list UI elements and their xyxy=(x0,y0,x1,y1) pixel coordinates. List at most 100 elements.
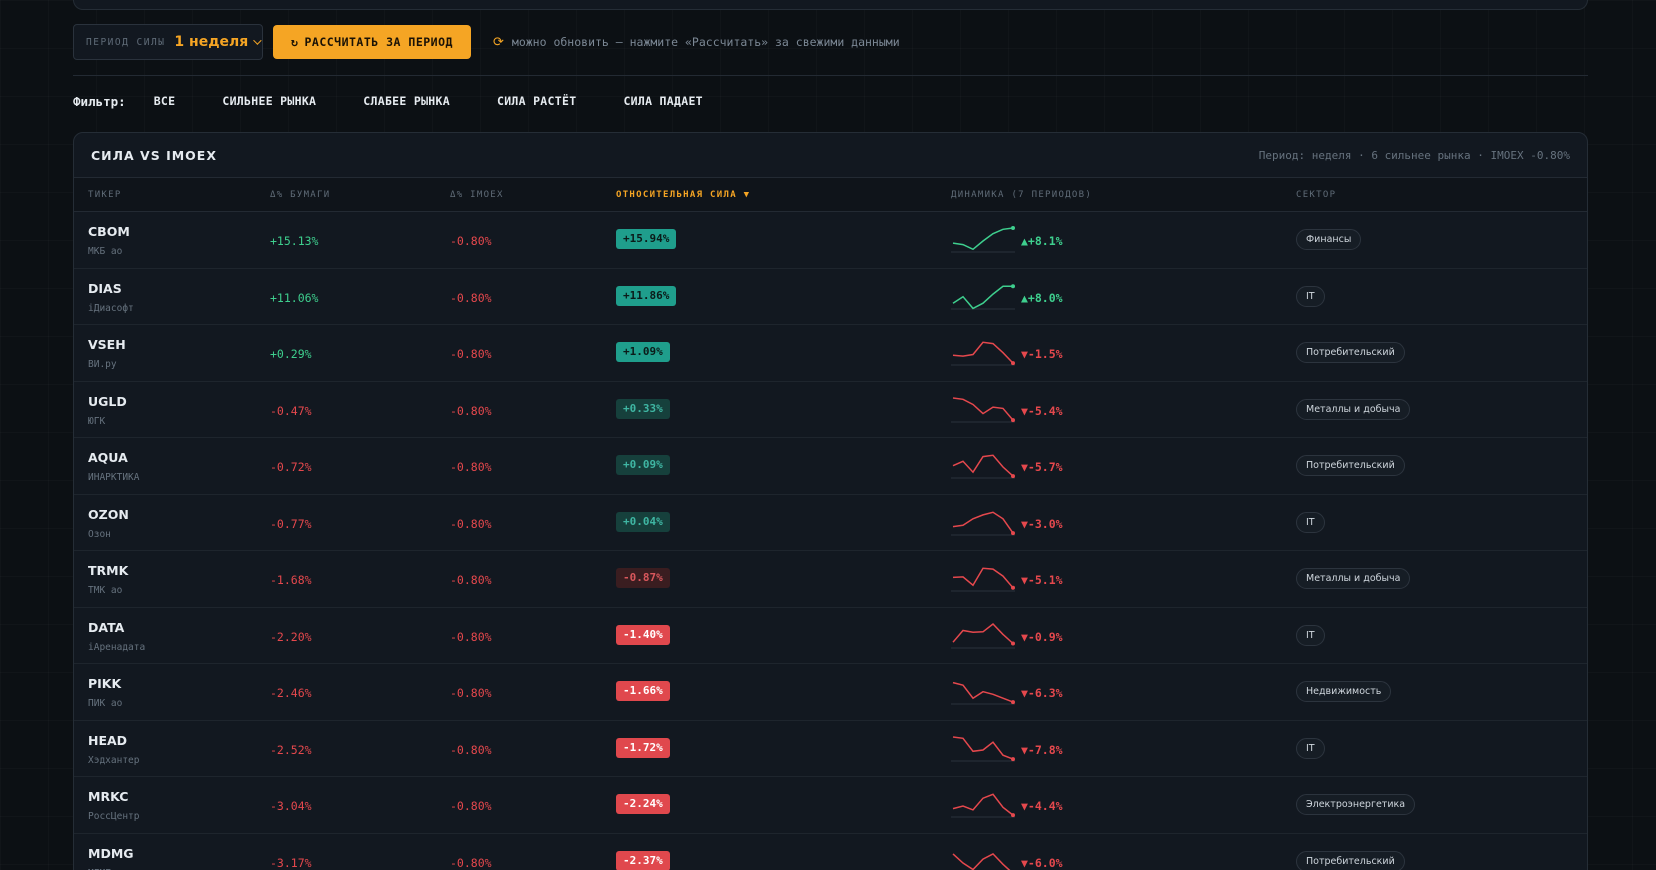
calculate-button[interactable]: ↻ РАССЧИТАТЬ ЗА ПЕРИОД xyxy=(273,25,471,59)
sparkline-end-point xyxy=(1011,283,1015,288)
trend-change: ▼-1.5% xyxy=(1021,347,1063,361)
table-row[interactable]: VSEH ВИ.ру +0.29% -0.80% +1.09% ▼-1.5% Потреби… xyxy=(74,325,1587,382)
col-index-change[interactable]: Δ% IMOEX xyxy=(450,190,504,200)
company-name: ЮГК xyxy=(88,415,106,427)
sector-badge: Металлы и добыча xyxy=(1296,398,1411,420)
stock-change: +0.29% xyxy=(270,347,312,361)
ticker[interactable]: DIAS xyxy=(88,281,122,296)
table-row[interactable]: AQUA ИНАРКТИКА -0.72% -0.80% +0.09% ▼-5.7% Пот… xyxy=(74,438,1587,495)
filter-weaker[interactable]: СЛАБЕЕ РЫНКА xyxy=(363,94,450,108)
company-name: Хэдхантер xyxy=(88,754,140,766)
table-row[interactable]: HEAD Хэдхантер -2.52% -0.80% -1.72% ▼-7.8% IT xyxy=(74,721,1587,777)
ticker[interactable]: AQUA xyxy=(88,450,128,465)
sparkline-end-point xyxy=(1011,700,1015,705)
sector-badge: Потребительский xyxy=(1296,455,1405,476)
sparkline-end-point xyxy=(1011,813,1015,818)
company-name: РоссЦентр xyxy=(88,811,140,822)
col-dynamics[interactable]: ДИНАМИКА (7 ПЕРИОДОВ) xyxy=(951,190,1092,200)
divider xyxy=(73,75,1588,76)
sparkline-chart xyxy=(951,396,1015,422)
index-change: -0.80% xyxy=(450,686,492,700)
period-select[interactable]: ПЕРИОД СИЛЫ 1 неделя xyxy=(73,24,263,60)
relative-strength-badge: -0.87% xyxy=(616,568,670,588)
col-relative-strength[interactable]: ОТНОСИТЕЛЬНАЯ СИЛА ▼ xyxy=(616,190,750,200)
card-header: СИЛА VS IMOEX Период: неделя · 6 сильнее… xyxy=(74,133,1587,178)
filter-all[interactable]: ВСЕ xyxy=(154,94,176,108)
ticker[interactable]: MDMG xyxy=(88,846,134,861)
sparkline-end-point xyxy=(1011,756,1015,761)
stock-change: -0.47% xyxy=(270,403,312,418)
sparkline-line xyxy=(952,567,1014,589)
trend-change: ▲+8.0% xyxy=(1021,290,1063,305)
index-change: -0.80% xyxy=(450,516,492,531)
table-header: ТИКЕР Δ% БУМАГИ Δ% IMOEX ОТНОСИТЕЛЬНАЯ С… xyxy=(74,178,1587,212)
sparkline-end-point xyxy=(1011,474,1015,479)
table-row[interactable]: OZON Озон -0.77% -0.80% +0.04% ▼-3.0% IT xyxy=(74,495,1587,551)
trend-change: ▼-0.9% xyxy=(1021,629,1063,644)
sparkline-chart xyxy=(951,341,1015,366)
stock-change: -1.68% xyxy=(270,573,312,587)
ticker[interactable]: VSEH xyxy=(88,337,126,352)
trend-change: ▼-6.3% xyxy=(1021,686,1063,700)
sparkline-end-point xyxy=(1011,585,1015,590)
col-ticker[interactable]: ТИКЕР xyxy=(88,190,122,200)
ticker[interactable]: HEAD xyxy=(88,733,127,748)
sector-badge: IT xyxy=(1296,624,1325,646)
table-row[interactable]: PIKK ПИК ао -2.46% -0.80% -1.66% ▼-6.3% Недвиж… xyxy=(74,664,1587,721)
filter-label: Фильтр: xyxy=(73,93,126,109)
index-change: -0.80% xyxy=(450,629,492,644)
refresh-hint-icon: ⟳ xyxy=(493,34,504,50)
sector-badge: Потребительский xyxy=(1296,850,1405,870)
ticker[interactable]: UGLD xyxy=(88,394,127,409)
table-row[interactable]: MRKC РоссЦентр -3.04% -0.80% -2.24% ▼-4.4% Эле… xyxy=(74,777,1587,834)
col-sector[interactable]: СЕКТОР xyxy=(1296,190,1336,200)
ticker[interactable]: DATA xyxy=(88,620,124,635)
trend-change: ▼-3.0% xyxy=(1021,516,1063,531)
sparkline-end-point xyxy=(1011,226,1015,230)
ticker[interactable]: PIKK xyxy=(88,676,121,691)
table-row[interactable]: TRMK ТМК ао -1.68% -0.80% -0.87% ▼-5.1% Металл… xyxy=(74,551,1587,608)
index-change: -0.80% xyxy=(450,573,492,587)
trend-change: ▼-6.0% xyxy=(1021,855,1063,870)
top-panel xyxy=(73,0,1588,10)
company-name: Озон xyxy=(88,528,111,540)
sparkline-chart xyxy=(951,510,1015,535)
col-stock-change[interactable]: Δ% БУМАГИ xyxy=(270,190,330,200)
ticker[interactable]: TRMK xyxy=(88,563,128,578)
sector-badge: IT xyxy=(1296,285,1325,307)
filter-stronger[interactable]: СИЛЬНЕЕ РЫНКА xyxy=(222,94,316,108)
index-change: -0.80% xyxy=(450,742,492,757)
sparkline-line xyxy=(952,735,1014,760)
sparkline-chart xyxy=(951,622,1015,648)
table-row[interactable]: MDMGМДМГ-3.17%-0.80%-2.37%▼-6.0%Потребит… xyxy=(74,834,1587,870)
sparkline-line xyxy=(952,510,1014,534)
trend-change: ▼-5.1% xyxy=(1021,573,1063,587)
filter-falling[interactable]: СИЛА ПАДАЕТ xyxy=(623,94,702,108)
table-row[interactable]: CBOM МКБ ао +15.13% -0.80% +15.94% ▲+8.1% Фина… xyxy=(74,212,1587,269)
sparkline-line xyxy=(952,852,1011,870)
ticker[interactable]: OZON xyxy=(88,507,129,522)
ticker[interactable]: CBOM xyxy=(88,224,130,239)
index-change: -0.80% xyxy=(450,403,492,418)
sector-badge: IT xyxy=(1296,511,1325,533)
sparkline-line xyxy=(952,454,1014,477)
sparkline-end-point xyxy=(1011,417,1015,422)
sector-badge: Потребительский xyxy=(1296,342,1405,363)
stock-change: -0.77% xyxy=(270,516,312,531)
relative-strength-badge: +0.33% xyxy=(616,398,670,419)
table-row[interactable]: DATA iАренадата -2.20% -0.80% -1.40% ▼-0.9% IT xyxy=(74,608,1587,664)
stock-change: -3.04% xyxy=(270,799,312,813)
sparkline-chart xyxy=(952,852,1011,870)
filter-rising[interactable]: СИЛА РАСТЁТ xyxy=(497,94,576,108)
sparkline-line xyxy=(952,793,1014,816)
table-row[interactable]: UGLD ЮГК -0.47% -0.80% +0.33% ▼-5.4% Металлы и… xyxy=(74,382,1587,438)
ticker[interactable]: MRKC xyxy=(88,789,128,804)
table-row[interactable]: DIAS iДиасофт +11.06% -0.80% +11.86% ▲+8.0% IT xyxy=(74,269,1587,325)
trend-change: ▼-7.8% xyxy=(1021,742,1063,757)
relative-strength-badge: +11.86% xyxy=(616,285,677,306)
sector-badge: IT xyxy=(1296,737,1325,759)
index-change: -0.80% xyxy=(450,290,492,305)
sector-badge: Электроэнергетика xyxy=(1296,794,1416,815)
stock-change: -2.20% xyxy=(270,629,312,644)
trend-change: ▼-4.4% xyxy=(1021,799,1063,813)
